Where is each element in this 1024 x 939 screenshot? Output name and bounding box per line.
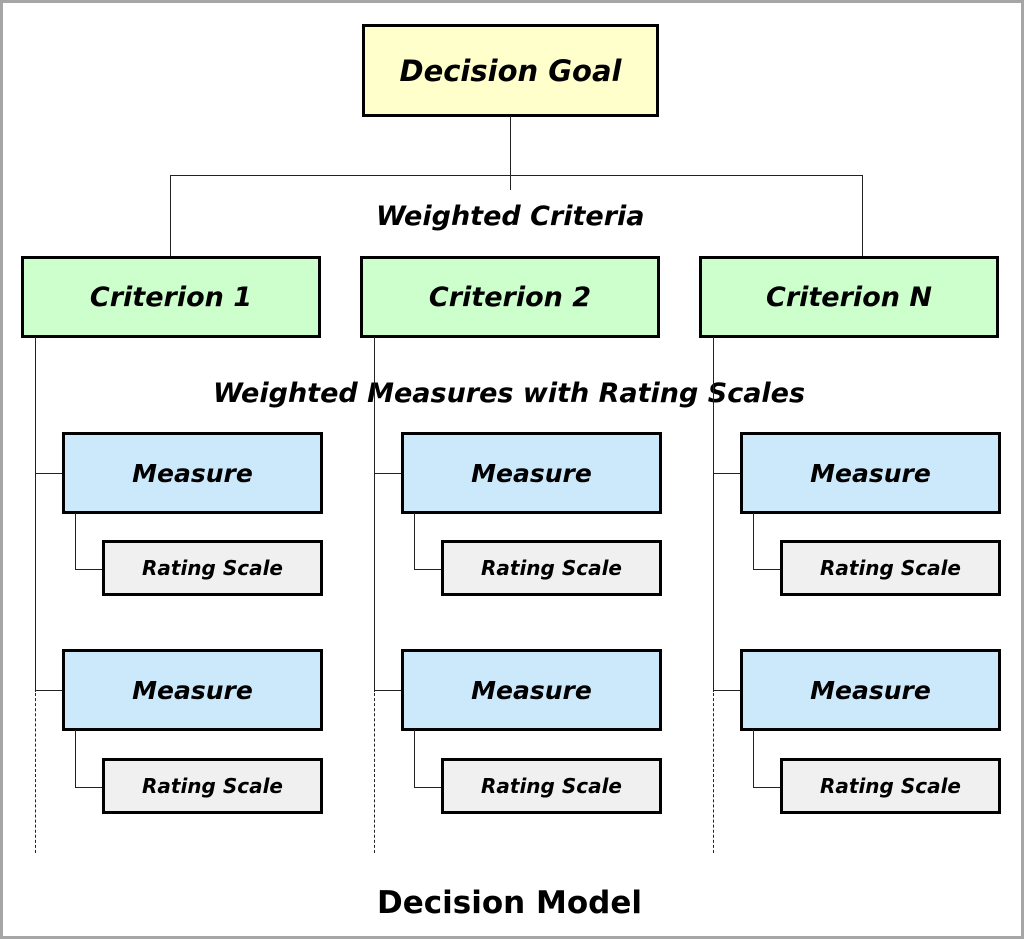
rating-connector xyxy=(753,569,781,570)
decision-goal-box: Decision Goal xyxy=(362,24,659,117)
criterion-label: Criterion N xyxy=(766,281,932,313)
rating-scale-box: Rating Scale xyxy=(102,540,323,596)
measure-connector xyxy=(713,473,741,474)
rating-connector xyxy=(75,513,76,569)
rating-connector xyxy=(75,730,76,787)
goal-connector xyxy=(510,116,511,190)
measure-label: Measure xyxy=(471,675,592,705)
rating-scale-box: Rating Scale xyxy=(780,540,1001,596)
diagram-title: Decision Model xyxy=(377,885,642,921)
weighted-measures-label: Weighted Measures with Rating Scales xyxy=(213,378,806,409)
rating-connector xyxy=(414,787,442,788)
weighted-criteria-label: Weighted Criteria xyxy=(376,201,645,232)
measure-connector xyxy=(713,690,741,691)
measure-box: Measure xyxy=(740,432,1001,514)
rating-scale-label: Rating Scale xyxy=(141,556,283,580)
rating-connector xyxy=(414,730,415,787)
measure-connector xyxy=(35,690,63,691)
criterion-label: Criterion 1 xyxy=(89,281,253,313)
criterion-n-connector xyxy=(862,175,863,256)
measure-connector xyxy=(374,690,402,691)
measure-label: Measure xyxy=(132,458,253,488)
measure-box: Measure xyxy=(62,649,323,731)
criterion-label: Criterion 2 xyxy=(428,281,592,313)
criterion-n-spine xyxy=(713,337,714,692)
rating-connector xyxy=(753,787,781,788)
rating-connector xyxy=(753,513,754,569)
criterion-1-connector xyxy=(170,175,171,256)
rating-connector xyxy=(753,730,754,787)
decision-model-diagram: Decision Goal Weighted Criteria Criterio… xyxy=(0,0,1024,939)
rating-scale-label: Rating Scale xyxy=(480,774,622,798)
measure-box: Measure xyxy=(401,649,662,731)
measure-box: Measure xyxy=(740,649,1001,731)
rating-connector xyxy=(75,787,103,788)
measure-label: Measure xyxy=(471,458,592,488)
rating-scale-box: Rating Scale xyxy=(441,758,662,814)
measure-connector xyxy=(374,473,402,474)
measure-label: Measure xyxy=(132,675,253,705)
rating-scale-box: Rating Scale xyxy=(102,758,323,814)
rating-connector xyxy=(75,569,103,570)
rating-scale-box: Rating Scale xyxy=(441,540,662,596)
rating-scale-box: Rating Scale xyxy=(780,758,1001,814)
rating-scale-label: Rating Scale xyxy=(141,774,283,798)
rating-scale-label: Rating Scale xyxy=(480,556,622,580)
criterion-1-continuation xyxy=(35,693,36,853)
rating-scale-label: Rating Scale xyxy=(819,556,961,580)
measure-label: Measure xyxy=(810,675,931,705)
rating-scale-label: Rating Scale xyxy=(819,774,961,798)
measure-box: Measure xyxy=(62,432,323,514)
criterion-2-box: Criterion 2 xyxy=(360,256,660,338)
measure-label: Measure xyxy=(810,458,931,488)
measure-box: Measure xyxy=(401,432,662,514)
criterion-n-box: Criterion N xyxy=(699,256,999,338)
criteria-bus-line xyxy=(170,175,863,176)
rating-connector xyxy=(414,569,442,570)
rating-connector xyxy=(414,513,415,569)
criterion-1-spine xyxy=(35,337,36,692)
criterion-2-spine xyxy=(374,337,375,692)
criterion-1-box: Criterion 1 xyxy=(21,256,321,338)
decision-goal-label: Decision Goal xyxy=(399,53,622,88)
measure-connector xyxy=(35,473,63,474)
criterion-n-continuation xyxy=(713,693,714,853)
criterion-2-continuation xyxy=(374,693,375,853)
